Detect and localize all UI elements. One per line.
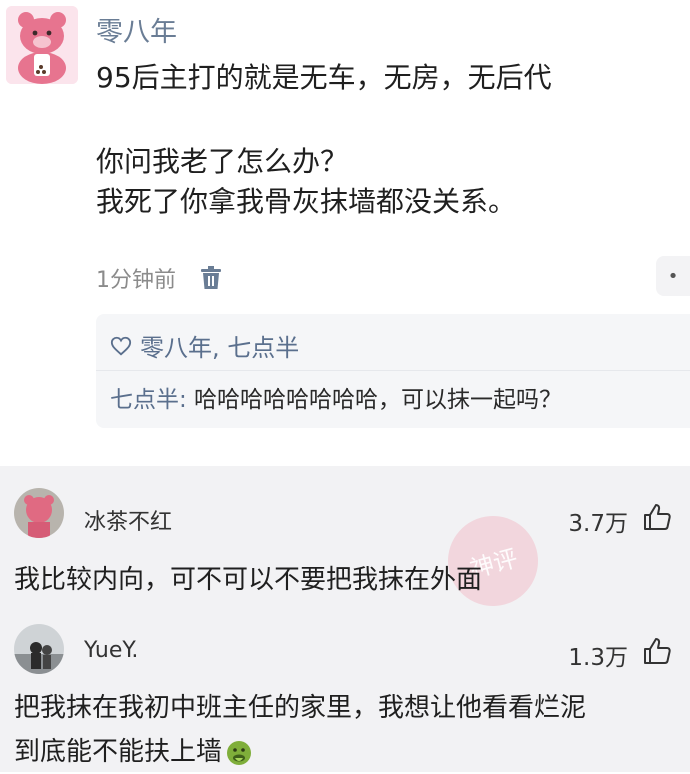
reply-author[interactable]: 七点半: bbox=[110, 387, 187, 413]
reply-text: 哈哈哈哈哈哈哈哈，可以抹一起吗？ bbox=[186, 387, 563, 413]
post-author[interactable]: 零八年 bbox=[96, 10, 177, 49]
comment-text: 把我抹在我初中班主任的家里，我想让他看看烂泥 到底能不能扶上墙 bbox=[14, 686, 586, 774]
like-count: 1.3万 bbox=[568, 645, 628, 671]
post-card: 零八年 95后主打的就是无车，无房，无后代 你问我老了怎么办？ 我死了你拿我骨灰… bbox=[0, 0, 690, 466]
comments-section: 神评 冰茶不红 3.7万 我比较内向，可不可以不要把我抹在外面 YueY. 1.… bbox=[0, 466, 690, 772]
post-line: 你问我老了怎么办？ bbox=[96, 145, 349, 178]
commenter-name[interactable]: 冰茶不红 bbox=[84, 504, 172, 536]
reply[interactable]: 七点半: 哈哈哈哈哈哈哈哈，可以抹一起吗？ bbox=[110, 380, 562, 414]
commenter-name[interactable]: YueY. bbox=[84, 638, 138, 663]
like-count: 3.7万 bbox=[568, 511, 628, 537]
reply-box: 零八年, 七点半 七点半: 哈哈哈哈哈哈哈哈，可以抹一起吗？ bbox=[96, 314, 690, 428]
comment-text-line: 到底能不能扶上墙 bbox=[14, 730, 586, 774]
author-avatar[interactable] bbox=[6, 6, 78, 84]
comment-text-fragment: 到底能不能扶上墙 bbox=[14, 737, 223, 767]
comment-text-line: 把我抹在我初中班主任的家里，我想让他看看烂泥 bbox=[14, 693, 587, 723]
post-meta: 1分钟前 bbox=[96, 262, 222, 294]
post-line: 95后主打的就是无车，无房，无后代 bbox=[96, 61, 552, 94]
liked-by[interactable]: 零八年, 七点半 bbox=[110, 328, 299, 363]
commenter-avatar[interactable] bbox=[14, 624, 64, 674]
more-icon[interactable]: • bbox=[656, 256, 690, 296]
heart-icon bbox=[110, 336, 132, 355]
liked-by-names: 零八年, 七点半 bbox=[140, 334, 300, 362]
post-body: 95后主打的就是无车，无房，无后代 你问我老了怎么办？ 我死了你拿我骨灰抹墙都没… bbox=[96, 58, 552, 222]
commenter-avatar[interactable] bbox=[14, 488, 64, 538]
comment-text: 我比较内向，可不可以不要把我抹在外面 bbox=[14, 565, 483, 595]
like-icon[interactable] bbox=[642, 502, 672, 532]
vomit-emoji-icon bbox=[227, 740, 252, 765]
post-time: 1分钟前 bbox=[96, 268, 176, 293]
trash-icon[interactable] bbox=[200, 266, 222, 290]
post-line: 我死了你拿我骨灰抹墙都没关系。 bbox=[96, 185, 517, 218]
like-icon[interactable] bbox=[642, 636, 672, 666]
